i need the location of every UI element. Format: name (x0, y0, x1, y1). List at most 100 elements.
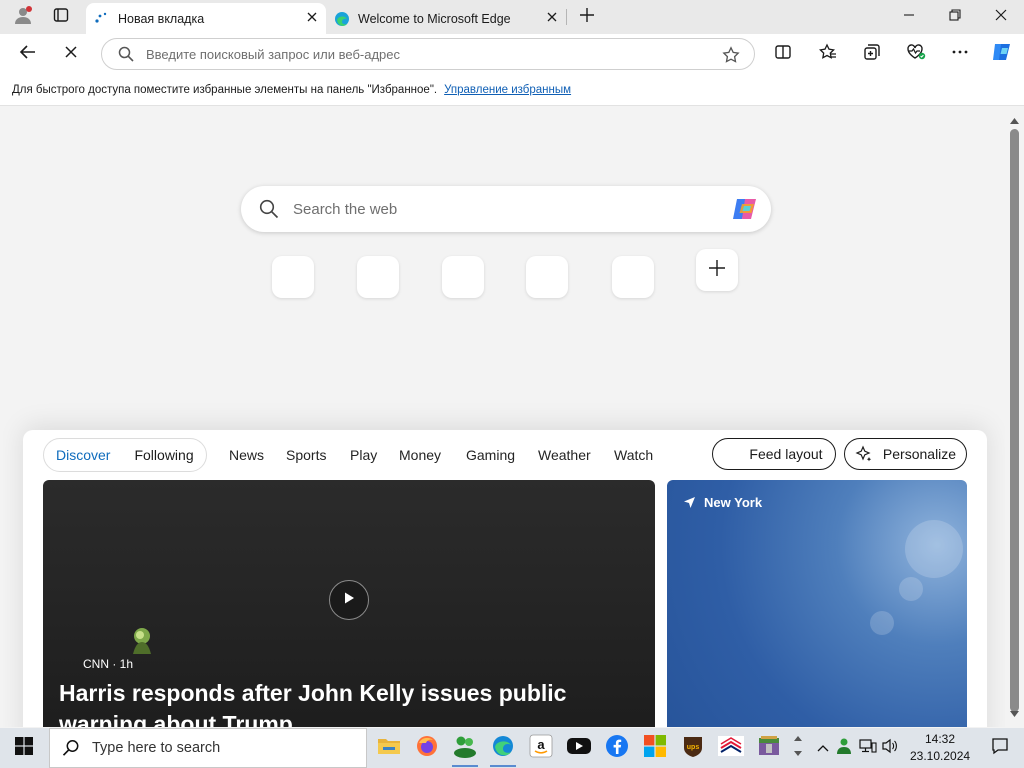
star-icon (722, 46, 740, 69)
quick-link-tile[interactable] (272, 256, 314, 298)
news-feed: Discover Following News Sports Play Mone… (23, 430, 987, 727)
address-input[interactable] (146, 46, 706, 62)
feed-tab-money[interactable]: Money (399, 438, 441, 472)
edge-taskbar-app[interactable] (484, 728, 522, 768)
copilot-button[interactable] (986, 38, 1018, 70)
weather-location: New York (683, 495, 762, 510)
close-tab-button[interactable] (546, 3, 558, 34)
restore-icon (949, 8, 961, 26)
microsoft-store-app[interactable] (636, 728, 674, 768)
weather-card[interactable]: New York (667, 480, 967, 727)
back-button[interactable] (12, 38, 44, 70)
tab-actions-button[interactable] (44, 0, 78, 34)
search-icon (259, 199, 279, 219)
plus-icon (579, 7, 595, 28)
page-scrollbar[interactable] (1005, 107, 1024, 727)
browser-essentials-button[interactable] (900, 38, 932, 70)
play-icon (342, 591, 356, 610)
weather-bokeh (870, 611, 894, 635)
discover-tab[interactable]: Discover (44, 447, 122, 463)
close-icon (546, 11, 558, 26)
edge-icon (491, 734, 515, 763)
play-video-button[interactable] (329, 580, 369, 620)
address-bar[interactable] (101, 38, 755, 70)
close-window-button[interactable] (978, 0, 1024, 34)
feed-mode-switch: Discover Following (43, 438, 207, 472)
minimize-button[interactable] (886, 0, 932, 34)
manage-favorites-link[interactable]: Управление избранным (444, 84, 571, 96)
tab-new-tab[interactable]: Новая вкладка (86, 3, 326, 34)
close-icon (995, 8, 1007, 26)
settings-menu-button[interactable] (944, 38, 976, 70)
favorites-button[interactable] (812, 38, 844, 70)
feed-tab-weather[interactable]: Weather (538, 438, 591, 472)
taskbar-scroll-button[interactable] (788, 728, 808, 768)
feed-layout-button[interactable]: Feed layout (712, 438, 836, 470)
facebook-app[interactable] (598, 728, 636, 768)
taskbar-clock[interactable]: 14:32 23.10.2024 (910, 731, 970, 765)
archive-box-icon (757, 734, 781, 763)
stop-loading-button[interactable] (55, 38, 87, 70)
cnn-logo-icon (127, 626, 155, 661)
copilot-search-button[interactable] (731, 195, 761, 228)
taskbar-search-input[interactable] (92, 740, 352, 756)
scroll-up-button[interactable] (1009, 114, 1020, 125)
web-search-input[interactable] (293, 200, 713, 218)
add-quick-link-button[interactable] (696, 249, 738, 291)
ups-app[interactable]: ups (674, 728, 712, 768)
scroll-thumb[interactable] (1010, 129, 1019, 712)
new-tab-button[interactable] (570, 0, 604, 34)
collections-icon (863, 43, 881, 66)
profile-icon (13, 5, 33, 30)
amazon-app[interactable]: a (522, 728, 560, 768)
collections-button[interactable] (856, 38, 888, 70)
restore-button[interactable] (932, 0, 978, 34)
tray-volume[interactable] (879, 728, 901, 768)
feed-tab-watch[interactable]: Watch (614, 438, 653, 472)
weather-bokeh (905, 520, 963, 578)
split-screen-button[interactable] (767, 38, 799, 70)
close-tab-button[interactable] (306, 3, 318, 34)
bank-of-america-app[interactable] (712, 728, 750, 768)
amazon-icon: a (529, 734, 553, 763)
hero-story-card[interactable]: CNN · 1h Harris responds after John Kell… (43, 480, 655, 727)
following-tab[interactable]: Following (122, 447, 205, 463)
add-favorite-button[interactable] (722, 46, 740, 69)
profile-button[interactable] (6, 0, 40, 34)
feed-tab-sports[interactable]: Sports (286, 438, 326, 472)
youtube-app[interactable] (560, 728, 598, 768)
feed-tab-gaming[interactable]: Gaming (466, 438, 515, 472)
favorites-star-icon (819, 42, 837, 66)
start-button[interactable] (0, 728, 48, 768)
story-headline[interactable]: Harris responds after John Kelly issues … (59, 678, 629, 727)
notifications-button[interactable] (976, 728, 1024, 768)
story-source: CNN · 1h (83, 657, 134, 671)
feed-layout-label: Feed layout (749, 446, 823, 462)
weather-location-label: New York (704, 495, 763, 510)
tray-network[interactable] (857, 728, 879, 768)
personalize-button[interactable]: Personalize (844, 438, 967, 470)
minimize-icon (903, 8, 915, 26)
feed-tab-play[interactable]: Play (350, 438, 377, 472)
web-search-box[interactable] (241, 186, 771, 232)
archive-app[interactable] (750, 728, 788, 768)
file-explorer-app[interactable] (370, 728, 408, 768)
tray-network-tool[interactable] (834, 728, 856, 768)
network-tool-app[interactable] (446, 728, 484, 768)
quick-link-tile[interactable] (357, 256, 399, 298)
quick-link-tile[interactable] (526, 256, 568, 298)
scroll-down-button[interactable] (1009, 707, 1020, 718)
quick-link-tile[interactable] (612, 256, 654, 298)
feed-tab-news[interactable]: News (229, 438, 264, 472)
bank-flag-icon (718, 735, 744, 761)
tab-welcome-edge[interactable]: Welcome to Microsoft Edge (326, 3, 566, 34)
taskbar-search-box[interactable] (49, 728, 367, 768)
tab-strip: Новая вкладка Welcome to Microsoft Edge (0, 0, 1024, 34)
loading-spinner-icon (94, 11, 110, 27)
favorites-bar: Для быстрого доступа поместите избранные… (0, 74, 1024, 106)
firefox-app[interactable] (408, 728, 446, 768)
quick-link-tile[interactable] (442, 256, 484, 298)
show-hidden-icons-button[interactable] (812, 728, 834, 768)
search-icon (62, 739, 80, 757)
close-icon (306, 11, 318, 26)
